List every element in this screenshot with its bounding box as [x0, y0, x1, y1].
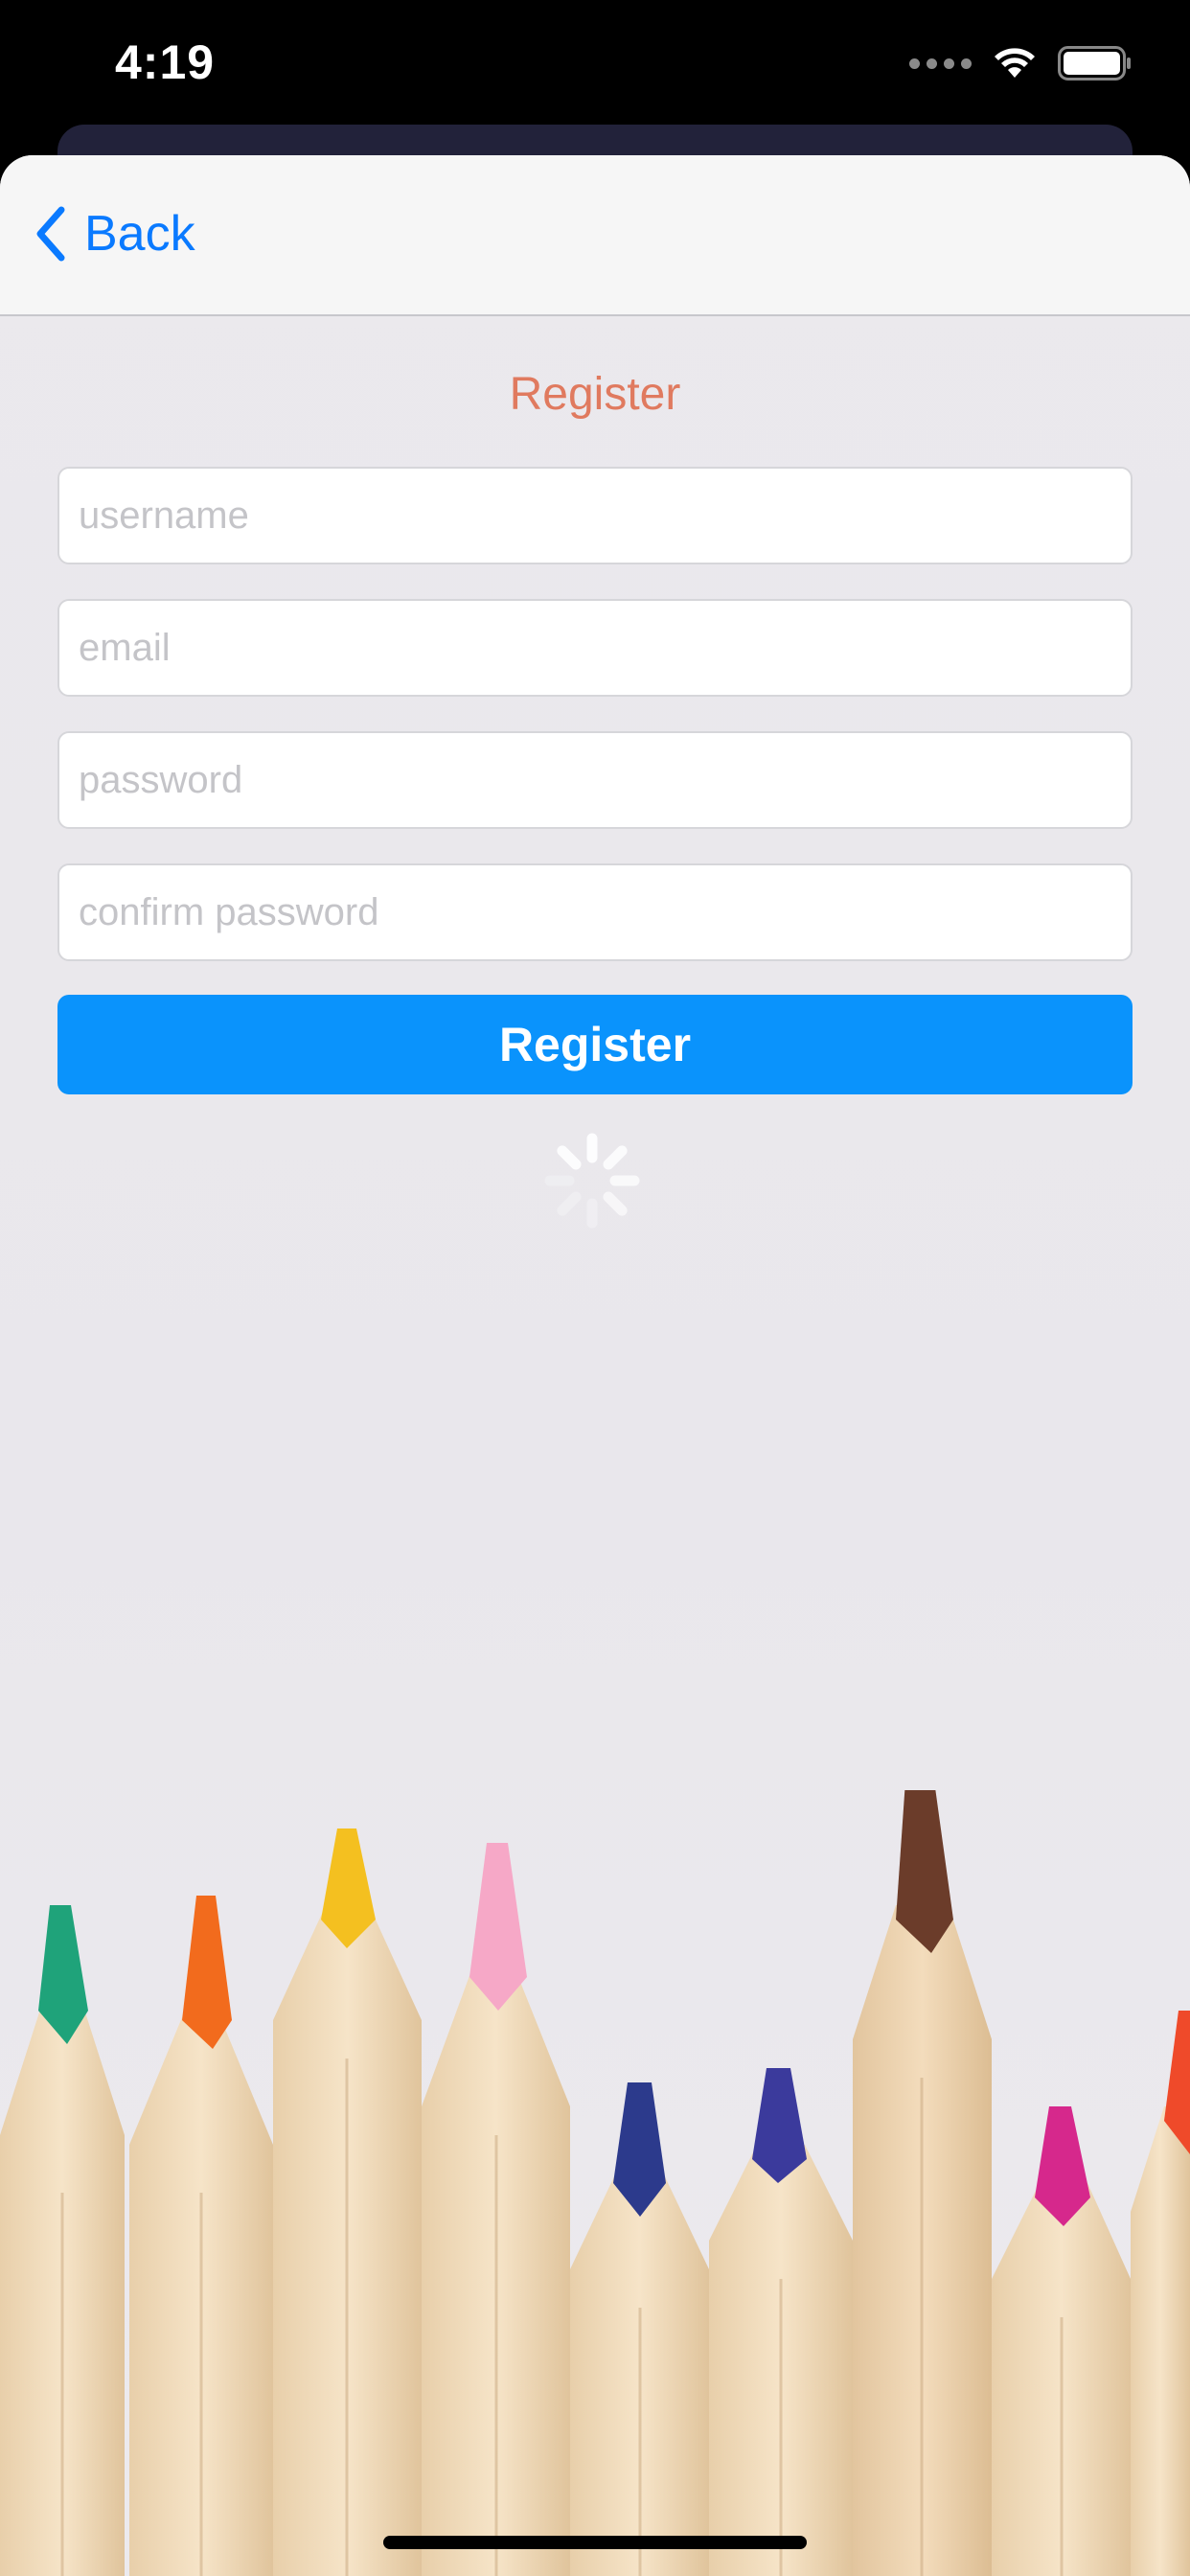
- register-button[interactable]: Register: [57, 995, 1133, 1094]
- status-icons: [909, 46, 1133, 80]
- battery-icon: [1058, 46, 1131, 80]
- navigation-bar: Back: [0, 155, 1190, 316]
- username-field[interactable]: [57, 467, 1133, 564]
- home-indicator[interactable]: [383, 2536, 807, 2549]
- colored-pencils-image: [0, 1790, 1190, 2576]
- page-title: Register: [509, 369, 681, 420]
- chevron-left-icon: [36, 206, 65, 262]
- back-label: Back: [84, 206, 195, 262]
- cellular-signal-icon: [909, 58, 972, 69]
- status-time: 4:19: [115, 35, 216, 89]
- confirm-password-field[interactable]: [57, 863, 1133, 961]
- loading-spinner-icon: [544, 1133, 640, 1229]
- back-button[interactable]: Back: [34, 205, 195, 263]
- wifi-icon: [995, 48, 1035, 78]
- status-bar: 4:19: [0, 0, 1190, 144]
- app-screen: 4:19 Back Register username email Regist…: [0, 0, 1190, 2576]
- email-field[interactable]: [57, 599, 1133, 697]
- password-field[interactable]: [57, 731, 1133, 829]
- register-sheet: Back Register Register: [0, 155, 1190, 2576]
